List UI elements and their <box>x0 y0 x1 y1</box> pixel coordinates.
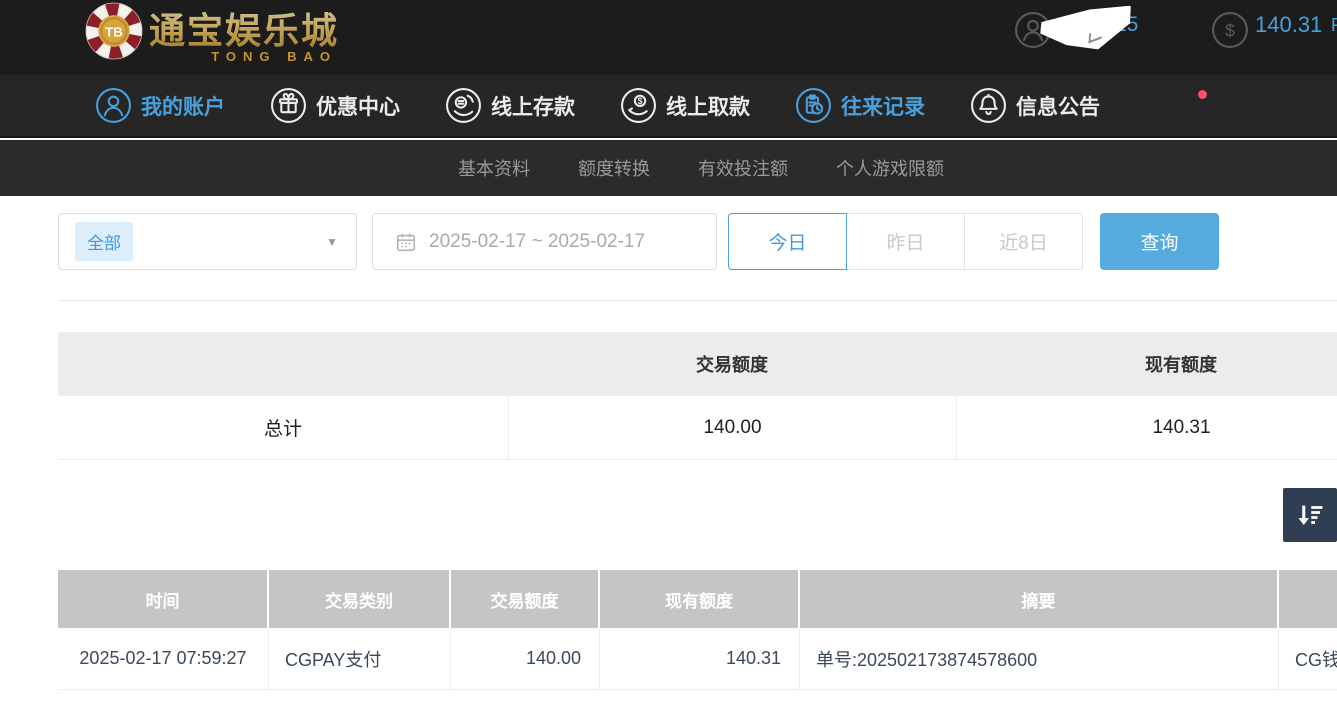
summary-header-transaction-amount: 交易额度 <box>508 351 956 377</box>
quick-range-today-button[interactable]: 今日 <box>728 213 847 270</box>
table-row: 2025-02-17 07:59:27 CGPAY支付 140.00 140.3… <box>58 628 1337 690</box>
quick-range-yesterday-button[interactable]: 昨日 <box>846 213 965 270</box>
sub-nav: 基本资料 额度转换 有效投注额 个人游戏限额 <box>0 140 1337 196</box>
nav-item-promotions[interactable]: 优惠中心 <box>270 87 400 124</box>
svg-text:$: $ <box>638 96 643 106</box>
sort-descending-button[interactable] <box>1283 488 1337 542</box>
summary-header-row: 交易额度 现有额度 <box>58 332 1337 396</box>
summary-total-row: 总计 140.00 140.31 <box>58 396 1337 460</box>
gift-icon <box>270 87 307 124</box>
main-nav: 我的账户 优惠中心 线上存款 <box>0 75 1337 138</box>
record-current-balance: 140.31 <box>600 628 800 689</box>
quick-range-group: 今日 昨日 近8日 <box>728 213 1083 270</box>
nav-item-online-withdrawal[interactable]: $ 线上取款 <box>620 87 750 124</box>
summary-current-balance-value: 140.31 <box>956 396 1337 459</box>
nav-label: 优惠中心 <box>316 91 400 121</box>
summary-transaction-amount-value: 140.00 <box>508 396 956 459</box>
records-clipboard-clock-icon <box>795 87 832 124</box>
date-range-value: 2025-02-17 ~ 2025-02-17 <box>429 231 645 253</box>
nav-item-transaction-records[interactable]: 往来记录 <box>795 87 925 124</box>
balance-currency-suffix: R <box>1331 15 1337 36</box>
notification-dot <box>1198 90 1207 99</box>
bell-icon <box>970 87 1007 124</box>
summary-total-label: 总计 <box>58 414 508 441</box>
subnav-item-game-limits[interactable]: 个人游戏限额 <box>836 155 944 181</box>
records-header-row: 时间 交易类别 交易额度 现有额度 摘要 备注 <box>58 570 1337 628</box>
subnav-item-basic-info[interactable]: 基本资料 <box>458 155 530 181</box>
selected-type-tag: 全部 <box>75 222 133 261</box>
balance-amount[interactable]: 140.31 <box>1255 12 1322 38</box>
records-header-current-balance: 现有额度 <box>600 570 800 628</box>
summary-header-current-balance: 现有额度 <box>956 351 1337 377</box>
deposit-hand-coin-icon <box>445 87 482 124</box>
brand-name-en: TONG BAO <box>211 49 337 64</box>
records-header-summary: 摘要 <box>800 570 1279 628</box>
quick-range-last8days-button[interactable]: 近8日 <box>964 213 1083 270</box>
nav-label: 线上存款 <box>491 91 575 121</box>
records-header-remark: 备注 <box>1279 570 1337 628</box>
calendar-icon <box>395 231 417 253</box>
nav-label: 我的账户 <box>141 91 225 121</box>
balance-dollar-icon[interactable]: $ <box>1211 11 1249 49</box>
records-header-type: 交易类别 <box>269 570 451 628</box>
record-remark: CG钱包 <box>1279 628 1337 689</box>
redaction-scribble <box>1039 6 1133 53</box>
section-divider <box>58 300 1337 301</box>
summary-table: 交易额度 现有额度 总计 140.00 140.31 <box>58 332 1337 460</box>
nav-label: 线上取款 <box>666 91 750 121</box>
nav-item-announcements[interactable]: 信息公告 <box>970 87 1100 124</box>
brand-logo[interactable]: TB 通宝娱乐城 TONG BAO <box>85 2 339 60</box>
page: TB 通宝娱乐城 TONG BAO 25 $ 140.31 R <box>0 0 1337 707</box>
sort-descending-icon <box>1295 500 1325 530</box>
record-transaction-amount: 140.00 <box>451 628 600 689</box>
svg-text:$: $ <box>1225 20 1235 40</box>
account-person-icon <box>95 87 132 124</box>
poker-chip-icon: TB <box>85 2 143 60</box>
nav-label: 往来记录 <box>841 91 925 121</box>
query-button[interactable]: 查询 <box>1100 213 1219 270</box>
record-time: 2025-02-17 07:59:27 <box>58 628 269 689</box>
record-summary: 单号:202502173874578600 <box>800 628 1279 689</box>
chevron-down-icon: ▼ <box>326 235 338 249</box>
withdraw-hand-coin-icon: $ <box>620 87 657 124</box>
nav-item-my-account[interactable]: 我的账户 <box>95 87 225 124</box>
top-header: TB 通宝娱乐城 TONG BAO 25 $ 140.31 R <box>0 0 1337 75</box>
subnav-item-valid-bets[interactable]: 有效投注额 <box>698 155 788 181</box>
date-range-input[interactable]: 2025-02-17 ~ 2025-02-17 <box>372 213 717 270</box>
nav-item-online-deposit[interactable]: 线上存款 <box>445 87 575 124</box>
svg-text:TB: TB <box>105 24 123 39</box>
subnav-item-quota-transfer[interactable]: 额度转换 <box>578 155 650 181</box>
transaction-type-dropdown[interactable]: 全部 ▼ <box>58 213 357 270</box>
records-header-transaction-amount: 交易额度 <box>451 570 600 628</box>
records-table: 时间 交易类别 交易额度 现有额度 摘要 备注 2025-02-17 07:59… <box>58 570 1337 690</box>
nav-label: 信息公告 <box>1016 91 1100 121</box>
records-header-time: 时间 <box>58 570 269 628</box>
record-type: CGPAY支付 <box>269 628 451 689</box>
